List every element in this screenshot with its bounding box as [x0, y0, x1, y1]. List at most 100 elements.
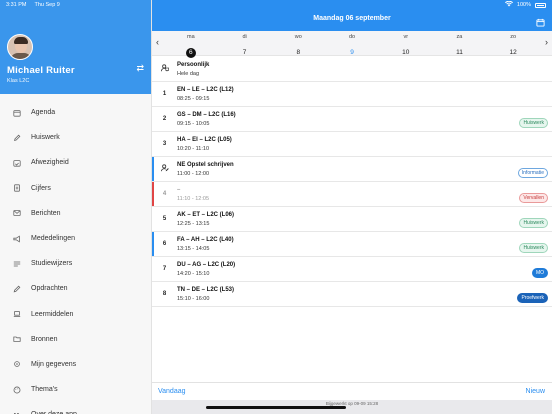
badge-huiswerk: Huiswerk: [519, 243, 548, 253]
mail-icon: [12, 209, 21, 218]
day-name: di: [242, 34, 247, 40]
sidebar-item-cijfers[interactable]: Cijfers: [0, 176, 151, 201]
lesson-hour: 7: [162, 266, 167, 272]
day-name: ma: [187, 34, 195, 40]
battery-icon: [535, 2, 546, 8]
lesson-row[interactable]: 2 GS – DM – L2C (L16) 09:15 - 10:05 Huiswer…: [152, 107, 552, 132]
lesson-marker: [152, 232, 154, 256]
lesson-row[interactable]: 3 HA – EI – L2C (L05) 10:20 - 11:10: [152, 132, 552, 157]
sidebar-item-mededelingen[interactable]: Mededelingen: [0, 226, 151, 251]
badge-proefwerk: Proefwerk: [517, 293, 548, 303]
today-button[interactable]: Vandaag: [158, 388, 186, 395]
day-di[interactable]: di 7: [218, 34, 272, 59]
lesson-time: Hele dag: [177, 70, 200, 77]
list-icon: [12, 259, 21, 268]
day-za[interactable]: za 11: [433, 34, 487, 59]
calendar-check-icon: [12, 158, 21, 167]
sidebar-item-leermiddelen[interactable]: Leermiddelen: [0, 302, 151, 327]
day-do[interactable]: do 9: [325, 34, 379, 59]
lesson-hour: 2: [162, 116, 167, 122]
day-name: wo: [294, 34, 302, 40]
lesson-info: EN – LE – L2C (L12) 08:25 - 09:15: [177, 87, 552, 102]
lesson-title: Persoonlijk: [177, 61, 210, 68]
pencil-icon: [12, 133, 21, 142]
lesson-info: NE Opstel schrijven 11:00 - 12:00: [177, 162, 552, 177]
lesson-info: Persoonlijk Hele dag: [177, 62, 552, 77]
lesson-info: GS – DM – L2C (L16) 09:15 - 10:05: [177, 112, 552, 127]
lesson-title: GS – DM – L2C (L16): [177, 111, 236, 118]
lesson-time: 14:20 - 15:10: [177, 270, 210, 277]
sidebar-item-huiswerk[interactable]: Huiswerk: [0, 125, 151, 150]
lesson-title: EN – LE – L2C (L12): [177, 86, 234, 93]
day-vr[interactable]: vr 10: [379, 34, 433, 59]
lesson-hour: 3: [162, 141, 167, 147]
profile-header: Michael Ruiter Klas L2C ⇄: [0, 0, 151, 94]
sidebar-menu: Agenda Huiswerk Afwezigheid Cijfers Berichte…: [0, 94, 151, 414]
sidebar-item-agenda[interactable]: Agenda: [0, 100, 151, 125]
avatar[interactable]: [7, 34, 33, 60]
chevron-right-icon[interactable]: ›: [545, 37, 548, 47]
lesson-row[interactable]: NE Opstel schrijven 11:00 - 12:00 Informat…: [152, 157, 552, 182]
week-selector: ‹ ma 6 di 7 wo 8 do 9 vr 10 za 11 zo 12 ›: [152, 31, 552, 59]
wifi-icon: [504, 0, 513, 9]
lesson-title: AK – ET – L2C (L06): [177, 211, 235, 218]
chevron-left-icon[interactable]: ‹: [156, 37, 159, 47]
sidebar-item-label: Thema's: [31, 386, 58, 394]
person-icon: [152, 64, 177, 74]
profile-name: Michael Ruiter: [7, 65, 75, 76]
lesson-info: HA – EI – L2C (L05) 10:20 - 11:10: [177, 137, 552, 152]
lesson-info: DU – AG – L2C (L20) 14:20 - 15:10: [177, 262, 552, 277]
lesson-row[interactable]: Persoonlijk Hele dag: [152, 57, 552, 82]
sidebar-item-opdrachten[interactable]: Opdrachten: [0, 276, 151, 301]
lesson-hour: 1: [162, 91, 167, 97]
lesson-time: 15:10 - 16:00: [177, 295, 210, 302]
footer-toolbar: Vandaag Nieuw: [152, 382, 552, 400]
switch-account-icon[interactable]: ⇄: [136, 63, 144, 74]
lesson-info: AK – ET – L2C (L06) 12:25 - 13:15: [177, 212, 552, 227]
sidebar-item-mijn-gegevens[interactable]: Mijn gegevens: [0, 352, 151, 377]
sidebar-item-thema-s[interactable]: Thema's: [0, 377, 151, 402]
pen-icon: [12, 284, 21, 293]
sidebar-item-label: Cijfers: [31, 184, 51, 192]
badge-mo: MO: [531, 268, 548, 278]
lesson-row[interactable]: 5 AK – ET – L2C (L06) 12:25 - 13:15 Huiswer…: [152, 207, 552, 232]
lesson-row[interactable]: 6 FA – AH – L2C (L40) 13:15 - 14:05 Huiswer…: [152, 232, 552, 257]
badge-informatie: Informatie: [517, 168, 548, 178]
grades-icon: [12, 184, 21, 193]
lesson-row[interactable]: 7 DU – AG – L2C (L20) 14:20 - 15:10 MO: [152, 257, 552, 282]
badge-vervallen: Vervallen: [519, 193, 548, 203]
day-zo[interactable]: zo 12: [486, 34, 540, 59]
day-ma[interactable]: ma 6: [164, 34, 218, 59]
lesson-hour: 8: [162, 291, 167, 297]
lesson-list: Persoonlijk Hele dag 1 EN – LE – L2C (L12) 0…: [152, 57, 552, 307]
sidebar-item-label: Agenda: [31, 109, 56, 117]
lesson-hour: 6: [162, 241, 167, 247]
lesson-marker: [152, 157, 154, 181]
badge-huiswerk: Huiswerk: [519, 218, 548, 228]
lesson-row[interactable]: 8 TN – DE – L2C (L53) 15:10 - 16:00 Proefwe…: [152, 282, 552, 307]
sidebar-item-afwezigheid[interactable]: Afwezigheid: [0, 150, 151, 175]
sidebar-item-label: Studiewijzers: [31, 260, 73, 268]
sidebar-item-over-deze-app[interactable]: M.Over deze app: [0, 402, 151, 414]
lesson-title: TN – DE – L2C (L53): [177, 286, 235, 293]
sidebar-item-berichten[interactable]: Berichten: [0, 201, 151, 226]
calendar-icon: [12, 108, 21, 117]
sidebar-item-studiewijzers[interactable]: Studiewijzers: [0, 251, 151, 276]
sidebar-item-bronnen[interactable]: Bronnen: [0, 327, 151, 352]
m-icon: M.: [12, 410, 21, 414]
calendar-icon[interactable]: [536, 14, 545, 27]
lesson-title: –: [177, 186, 181, 193]
lesson-time: 11:00 - 12:00: [177, 170, 210, 177]
sidebar: Michael Ruiter Klas L2C ⇄ Agenda Huiswerk…: [0, 0, 152, 414]
lesson-title: NE Opstel schrijven: [177, 161, 234, 168]
lesson-row[interactable]: 4 – 11:10 - 12:05 Vervallen: [152, 182, 552, 207]
folder-icon: [12, 335, 21, 344]
person-edit-icon: [152, 164, 177, 174]
new-button[interactable]: Nieuw: [526, 388, 545, 395]
day-wo[interactable]: wo 8: [271, 34, 325, 59]
lesson-marker: [152, 182, 154, 206]
lesson-time: 08:25 - 09:15: [177, 95, 210, 102]
lesson-hour: 4: [162, 191, 167, 197]
day-name: za: [456, 34, 463, 40]
lesson-row[interactable]: 1 EN – LE – L2C (L12) 08:25 - 09:15: [152, 82, 552, 107]
